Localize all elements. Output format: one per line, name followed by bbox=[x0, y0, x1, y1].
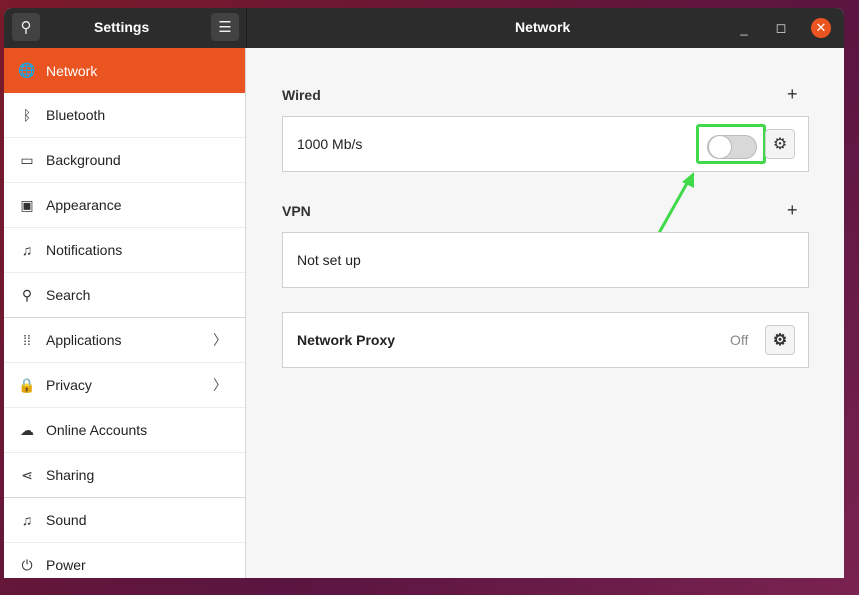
vpn-heading: VPN bbox=[282, 203, 311, 219]
sidebar-item-label: Privacy bbox=[46, 377, 92, 393]
sidebar-item-label: Search bbox=[46, 287, 91, 303]
plus-icon: + bbox=[787, 84, 798, 104]
add-vpn-button[interactable]: + bbox=[787, 200, 798, 221]
add-wired-button[interactable]: + bbox=[787, 84, 798, 105]
cloud-icon: ☁ bbox=[20, 421, 34, 438]
chevron-right-icon: 〉 bbox=[213, 377, 227, 393]
sidebar-item-online-accounts[interactable]: ☁ Online Accounts bbox=[4, 408, 245, 453]
sidebar-item-privacy[interactable]: 🔒 Privacy 〉 bbox=[4, 363, 245, 408]
sidebar-item-appearance[interactable]: ▣ Appearance bbox=[4, 183, 245, 228]
search-button[interactable]: ⚲ bbox=[12, 13, 40, 41]
minimize-button[interactable]: _ bbox=[734, 18, 754, 38]
gear-icon: ⚙ bbox=[772, 136, 788, 153]
sidebar-item-label: Bluetooth bbox=[46, 107, 106, 123]
vpn-row: Not set up bbox=[282, 232, 809, 288]
hamburger-icon: ☰ bbox=[218, 19, 232, 36]
sidebar-item-sharing[interactable]: ⋖ Sharing bbox=[4, 453, 245, 498]
sidebar-item-label: Online Accounts bbox=[46, 422, 148, 438]
close-button[interactable]: ✕ bbox=[811, 18, 831, 38]
sidebar-item-label: Appearance bbox=[46, 197, 122, 213]
sidebar-item-label: Background bbox=[46, 152, 121, 168]
sidebar: 🌐 Network ᛒ Bluetooth ▭ Background ▣ Appearance… bbox=[4, 48, 246, 578]
settings-window: ⚲ Settings ☰ Network _ ◻ ✕ 🌐 Network ᛒ Blue… bbox=[4, 8, 844, 578]
header-bar: ⚲ Settings ☰ Network _ ◻ ✕ bbox=[4, 8, 844, 48]
gear-icon: ⚙ bbox=[772, 332, 788, 349]
sidebar-item-power[interactable]: ⏻ Power bbox=[4, 543, 245, 578]
network-proxy-row[interactable]: Network Proxy Off ⚙ bbox=[282, 312, 809, 368]
close-icon: ✕ bbox=[815, 20, 827, 35]
vpn-status: Not set up bbox=[297, 252, 361, 268]
network-panel: Wired + 1000 Mb/s ⚙ VPN + Not set up Net… bbox=[247, 48, 844, 578]
background-icon: ▭ bbox=[20, 151, 34, 168]
proxy-status: Off bbox=[730, 332, 749, 348]
proxy-label: Network Proxy bbox=[297, 332, 396, 348]
maximize-icon: ◻ bbox=[775, 20, 787, 35]
highlight-box bbox=[696, 124, 766, 164]
page-title: Network bbox=[515, 19, 571, 35]
wired-settings-button[interactable]: ⚙ bbox=[765, 129, 795, 159]
chevron-right-icon: 〉 bbox=[213, 332, 227, 348]
sidebar-title: Settings bbox=[94, 19, 150, 35]
search-icon: ⚲ bbox=[21, 286, 33, 303]
sidebar-item-label: Network bbox=[46, 62, 98, 79]
sidebar-item-sound[interactable]: ♫ Sound bbox=[4, 498, 245, 543]
arrow-annotation bbox=[657, 172, 694, 234]
network-icon: 🌐 bbox=[18, 62, 36, 78]
sidebar-item-background[interactable]: ▭ Background bbox=[4, 138, 245, 183]
menu-button[interactable]: ☰ bbox=[211, 13, 239, 41]
apps-grid-icon: ⁞⁞ bbox=[23, 332, 31, 348]
wired-heading: Wired bbox=[282, 87, 321, 103]
plus-icon: + bbox=[787, 200, 798, 220]
wired-toggle[interactable] bbox=[707, 135, 757, 159]
bluetooth-icon: ᛒ bbox=[22, 107, 32, 123]
sidebar-item-label: Applications bbox=[46, 332, 122, 348]
minimize-icon: _ bbox=[740, 20, 748, 36]
lock-icon: 🔒 bbox=[18, 376, 36, 393]
sidebar-item-network[interactable]: 🌐 Network bbox=[4, 48, 245, 93]
wired-connection-row: 1000 Mb/s ⚙ bbox=[282, 116, 809, 172]
sidebar-item-label: Power bbox=[46, 557, 86, 573]
appearance-icon: ▣ bbox=[20, 196, 34, 213]
music-icon: ♫ bbox=[21, 512, 33, 528]
sidebar-item-label: Sharing bbox=[46, 467, 95, 483]
bell-icon: ♫ bbox=[21, 242, 33, 258]
sidebar-item-label: Notifications bbox=[46, 242, 123, 258]
sidebar-item-label: Sound bbox=[46, 512, 87, 528]
share-icon: ⋖ bbox=[21, 466, 33, 483]
sidebar-item-applications[interactable]: ⁞⁞ Applications 〉 bbox=[4, 318, 245, 363]
sidebar-item-search[interactable]: ⚲ Search bbox=[4, 273, 245, 318]
proxy-settings-button[interactable]: ⚙ bbox=[765, 325, 795, 355]
sidebar-item-bluetooth[interactable]: ᛒ Bluetooth bbox=[4, 93, 245, 138]
maximize-button[interactable]: ◻ bbox=[771, 18, 791, 38]
wired-speed: 1000 Mb/s bbox=[297, 136, 363, 152]
search-icon: ⚲ bbox=[20, 19, 32, 36]
sidebar-item-notifications[interactable]: ♫ Notifications bbox=[4, 228, 245, 273]
power-icon: ⏻ bbox=[21, 556, 33, 573]
